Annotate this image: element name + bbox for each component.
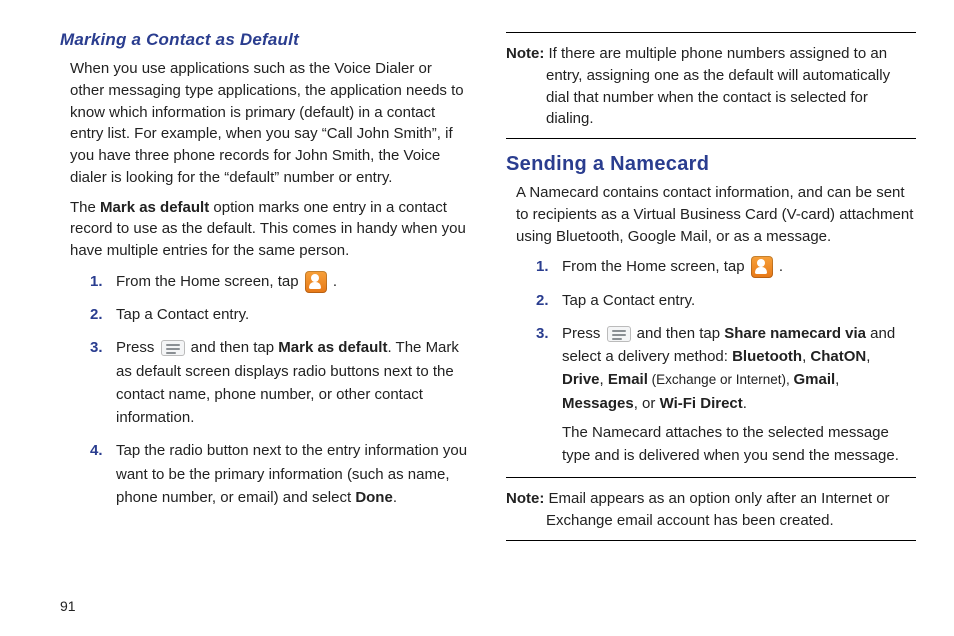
menu-icon (607, 326, 631, 342)
marking-explanation-paragraph: The Mark as default option marks one ent… (70, 197, 470, 262)
divider (506, 32, 916, 33)
step-1: From the Home screen, tap . (536, 255, 916, 278)
note-text: If there are multiple phone numbers assi… (544, 45, 890, 127)
text: . (775, 258, 783, 275)
bold-email: Email (608, 371, 648, 388)
bold-gmail: Gmail (793, 371, 835, 388)
contacts-icon (751, 256, 773, 278)
note-label: Note: (506, 490, 544, 507)
step-3-followup: The Namecard attaches to the selected me… (562, 421, 916, 468)
text: and then tap (633, 325, 725, 342)
bold-wifi-direct: Wi-Fi Direct (660, 395, 743, 412)
step-1: From the Home screen, tap . (90, 270, 470, 293)
step-3: Press and then tap Share namecard via an… (536, 322, 916, 468)
text: . (329, 273, 337, 290)
marking-intro-paragraph: When you use applications such as the Vo… (70, 58, 470, 189)
text: . (393, 489, 397, 506)
bold-done: Done (355, 489, 393, 506)
sep: , (600, 371, 608, 388)
bold-share-namecard: Share namecard via (724, 325, 866, 342)
bold-messages: Messages (562, 395, 634, 412)
marking-steps-list: From the Home screen, tap . Tap a Contac… (90, 270, 470, 509)
text: . (743, 395, 747, 412)
namecard-steps-list: From the Home screen, tap . Tap a Contac… (536, 255, 916, 467)
sep-or: , or (634, 395, 660, 412)
note-email-option: Note: Email appears as an option only af… (506, 484, 916, 538)
step-4: Tap the radio button next to the entry i… (90, 439, 470, 509)
note-multiple-numbers: Note: If there are multiple phone number… (506, 39, 916, 136)
text: and then tap (187, 339, 279, 356)
page-number: 91 (60, 598, 76, 614)
bold-chaton: ChatON (810, 348, 866, 365)
text: Tap the radio button next to the entry i… (116, 442, 467, 506)
bold-mark-as-default: Mark as default (100, 199, 209, 216)
left-column: Marking a Contact as Default When you us… (60, 30, 470, 547)
contacts-icon (305, 271, 327, 293)
divider (506, 477, 916, 478)
section-heading-sending-namecard: Sending a Namecard (506, 153, 916, 176)
text: Press (116, 339, 159, 356)
text: From the Home screen, tap (116, 273, 303, 290)
step-2: Tap a Contact entry. (90, 303, 470, 326)
note-text: Email appears as an option only after an… (544, 490, 889, 529)
subheading-marking-default: Marking a Contact as Default (60, 30, 470, 50)
email-paren: (Exchange or Internet), (648, 372, 794, 387)
divider (506, 540, 916, 541)
manual-page: Marking a Contact as Default When you us… (0, 0, 954, 557)
right-column: Note: If there are multiple phone number… (506, 30, 916, 547)
step-2: Tap a Contact entry. (536, 289, 916, 312)
bold-drive: Drive (562, 371, 600, 388)
bold-mark-as-default: Mark as default (278, 339, 387, 356)
step-3: Press and then tap Mark as default. The … (90, 336, 470, 429)
text: Press (562, 325, 605, 342)
namecard-intro-paragraph: A Namecard contains contact information,… (516, 182, 916, 247)
sep: , (835, 371, 839, 388)
menu-icon (161, 340, 185, 356)
text: From the Home screen, tap (562, 258, 749, 275)
bold-bluetooth: Bluetooth (732, 348, 802, 365)
note-label: Note: (506, 45, 544, 62)
sep: , (866, 348, 870, 365)
divider (506, 138, 916, 139)
text: The (70, 199, 100, 216)
